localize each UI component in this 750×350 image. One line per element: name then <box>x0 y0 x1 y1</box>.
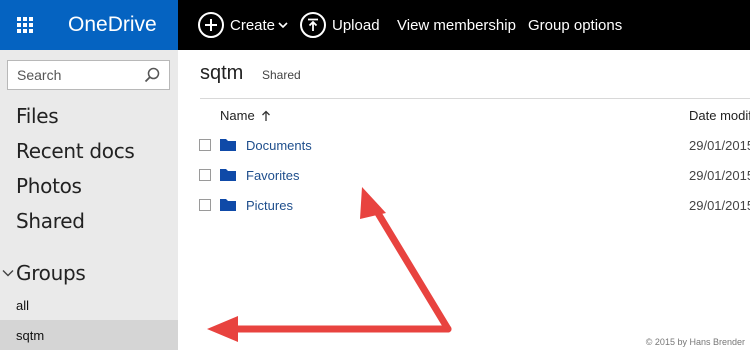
column-name-label: Name <box>220 108 255 123</box>
plus-icon <box>198 12 224 38</box>
main-content: sqtm Shared Name Date modified Documents… <box>178 50 750 350</box>
search-input[interactable]: Search <box>17 67 61 83</box>
brand-logo[interactable]: OneDrive <box>50 0 178 50</box>
row-checkbox[interactable] <box>199 139 211 151</box>
file-row[interactable]: Documents 29/01/2015 <box>178 131 750 161</box>
file-name-link[interactable]: Favorites <box>246 168 299 183</box>
row-checkbox[interactable] <box>199 199 211 211</box>
file-date: 29/01/2015 <box>689 198 750 213</box>
folder-icon <box>220 169 236 181</box>
search-icon[interactable] <box>144 67 160 83</box>
nav-item-photos[interactable]: Photos <box>16 174 82 198</box>
file-row[interactable]: Favorites 29/01/2015 <box>178 161 750 191</box>
file-date: 29/01/2015 <box>689 138 750 153</box>
upload-label: Upload <box>332 16 380 34</box>
file-date: 29/01/2015 <box>689 168 750 183</box>
nav-groups-toggle[interactable]: Groups <box>2 261 86 285</box>
copyright-text: © 2015 by Hans Brender <box>645 337 745 347</box>
app-launcher-button[interactable] <box>0 0 50 50</box>
upload-icon <box>300 12 326 38</box>
upload-button[interactable]: Upload <box>300 0 380 50</box>
nav-item-shared[interactable]: Shared <box>16 209 85 233</box>
create-button[interactable]: Create <box>198 0 288 50</box>
search-box[interactable]: Search <box>7 60 170 90</box>
view-membership-button[interactable]: View membership <box>397 0 516 50</box>
row-checkbox[interactable] <box>199 169 211 181</box>
nav-item-recent-docs[interactable]: Recent docs <box>16 139 135 163</box>
folder-icon <box>220 139 236 151</box>
file-name-link[interactable]: Documents <box>246 138 312 153</box>
page-title: sqtm <box>200 62 244 84</box>
group-item-all[interactable]: all <box>16 298 29 313</box>
waffle-icon <box>17 17 33 33</box>
column-header-name[interactable]: Name <box>220 108 271 123</box>
sort-ascending-icon <box>261 110 270 121</box>
folder-icon <box>220 199 236 211</box>
onedrive-window: OneDrive Create Upload View membership G… <box>0 0 750 350</box>
group-item-sqtm[interactable]: sqtm <box>16 328 44 343</box>
page-subtitle: Shared <box>262 68 301 82</box>
header-divider <box>200 98 750 99</box>
date-column-clip: Date modified Documents 29/01/2015 Favor… <box>178 50 750 350</box>
nav-item-files[interactable]: Files <box>16 104 59 128</box>
file-row[interactable]: Pictures 29/01/2015 <box>178 191 750 221</box>
create-label: Create <box>230 16 276 34</box>
groups-label: Groups <box>16 261 86 285</box>
chevron-down-icon <box>278 22 288 29</box>
left-navigation: Search Files Recent docs Photos Shared G… <box>0 50 178 350</box>
group-options-button[interactable]: Group options <box>528 0 622 50</box>
top-bar: OneDrive Create Upload View membership G… <box>0 0 750 50</box>
file-name-link[interactable]: Pictures <box>246 198 293 213</box>
chevron-down-icon <box>2 263 16 283</box>
column-header-date[interactable]: Date modified <box>689 108 750 123</box>
